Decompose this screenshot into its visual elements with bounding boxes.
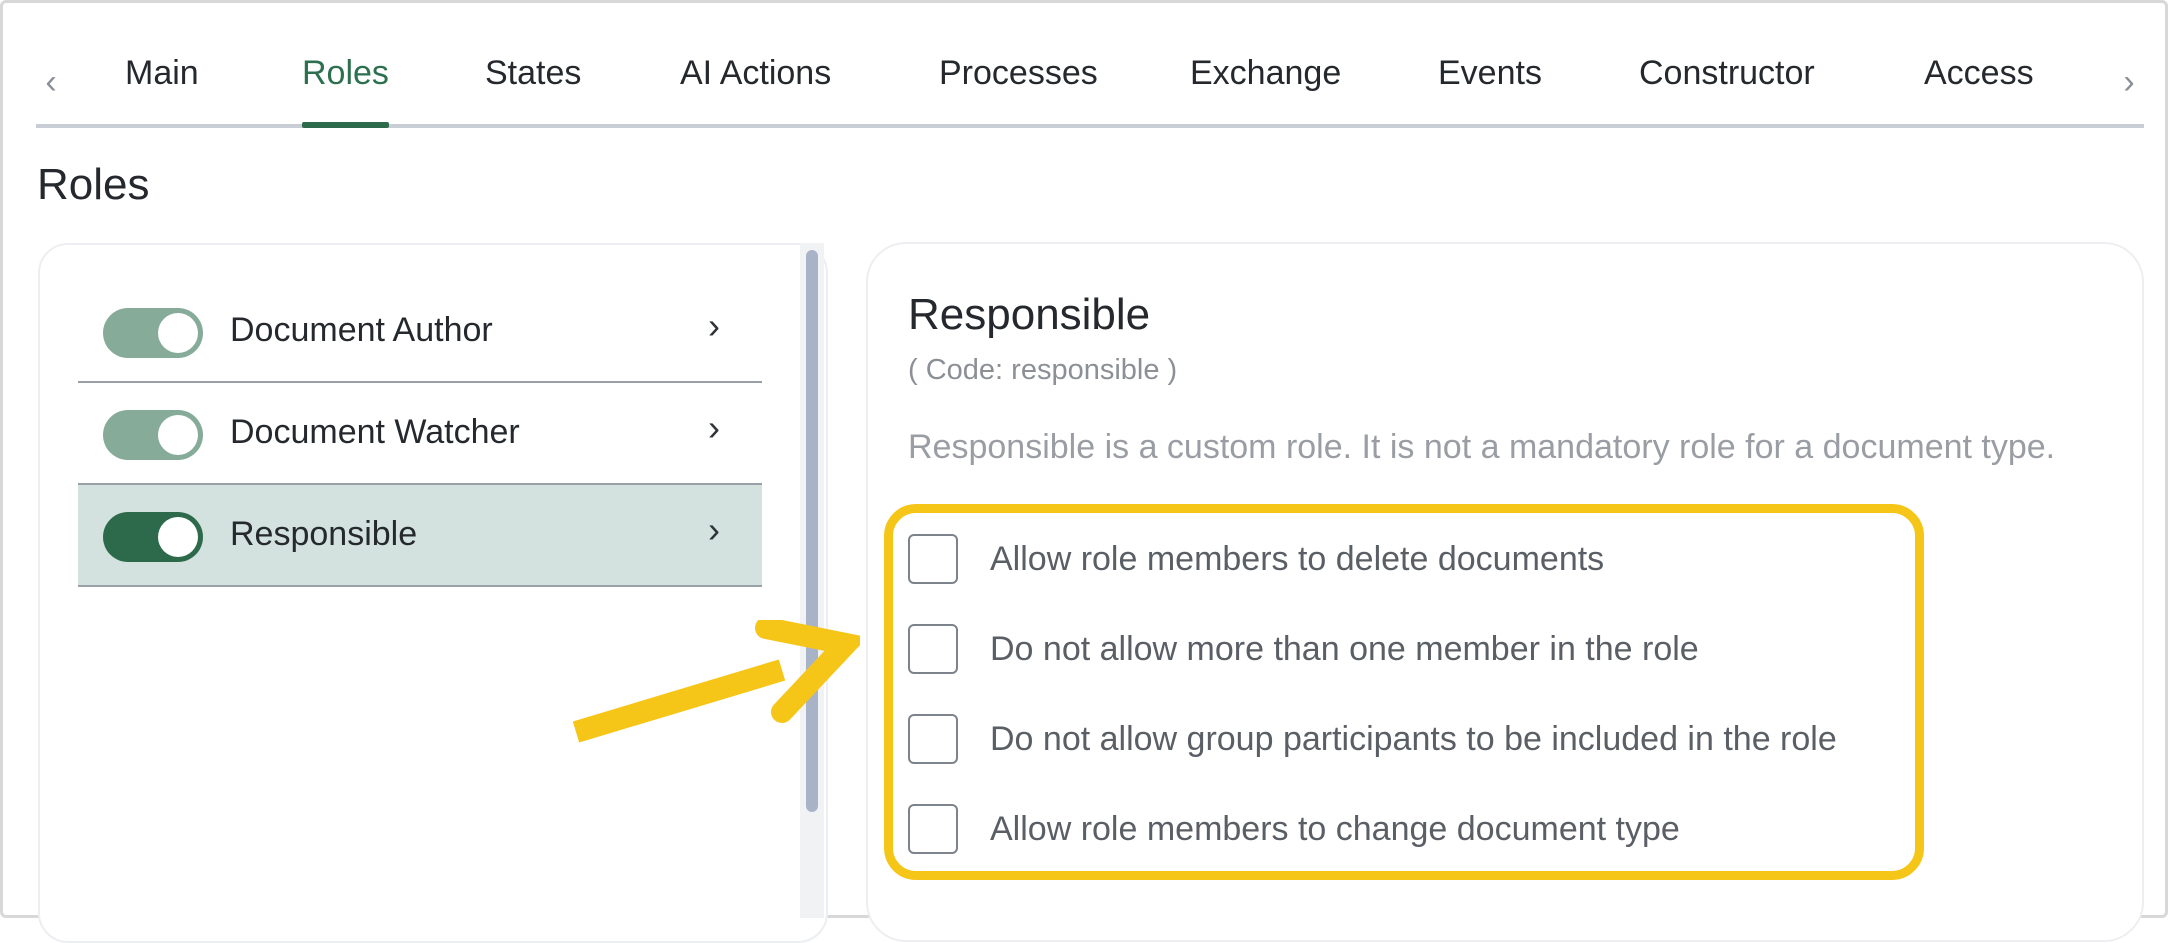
tab-bar: ‹ Main Roles States AI Actions Processes… xyxy=(36,40,2144,128)
tab-constructor[interactable]: Constructor xyxy=(1639,54,1815,124)
role-item-document-watcher[interactable]: Document Watcher › xyxy=(78,383,762,485)
chevron-right-icon[interactable]: › xyxy=(2114,62,2144,102)
toggle-knob xyxy=(158,313,198,353)
toggle-knob xyxy=(158,517,198,557)
role-description: Responsible is a custom role. It is not … xyxy=(908,428,2056,466)
tab-ai-actions[interactable]: AI Actions xyxy=(680,54,831,124)
roles-list: Document Author › Document Watcher › Res… xyxy=(78,281,762,587)
chevron-left-icon[interactable]: ‹ xyxy=(36,62,66,102)
role-toggle[interactable] xyxy=(103,512,203,562)
tab-access[interactable]: Access xyxy=(1924,54,2034,124)
role-item-responsible[interactable]: Responsible › xyxy=(78,485,762,587)
role-label: Document Watcher xyxy=(230,413,520,451)
toggle-knob xyxy=(158,415,198,455)
role-label: Document Author xyxy=(230,311,493,349)
active-tab-indicator xyxy=(302,122,389,128)
role-title: Responsible xyxy=(908,290,1151,339)
tab-roles[interactable]: Roles xyxy=(302,54,389,128)
chevron-right-icon: › xyxy=(708,407,720,448)
tab-events[interactable]: Events xyxy=(1438,54,1542,124)
tab-states[interactable]: States xyxy=(485,54,581,124)
tab-main[interactable]: Main xyxy=(125,54,199,124)
highlight-box xyxy=(884,504,1924,880)
role-toggle[interactable] xyxy=(103,308,203,358)
role-item-document-author[interactable]: Document Author › xyxy=(78,281,762,383)
chevron-right-icon: › xyxy=(708,509,720,550)
annotation-arrow-icon xyxy=(572,620,860,743)
tab-processes[interactable]: Processes xyxy=(939,54,1098,124)
tab-exchange[interactable]: Exchange xyxy=(1190,54,1341,124)
page-title: Roles xyxy=(37,160,150,209)
role-code: ( Code: responsible ) xyxy=(908,354,1178,386)
role-label: Responsible xyxy=(230,515,418,553)
chevron-right-icon: › xyxy=(708,305,720,346)
role-toggle[interactable] xyxy=(103,410,203,460)
